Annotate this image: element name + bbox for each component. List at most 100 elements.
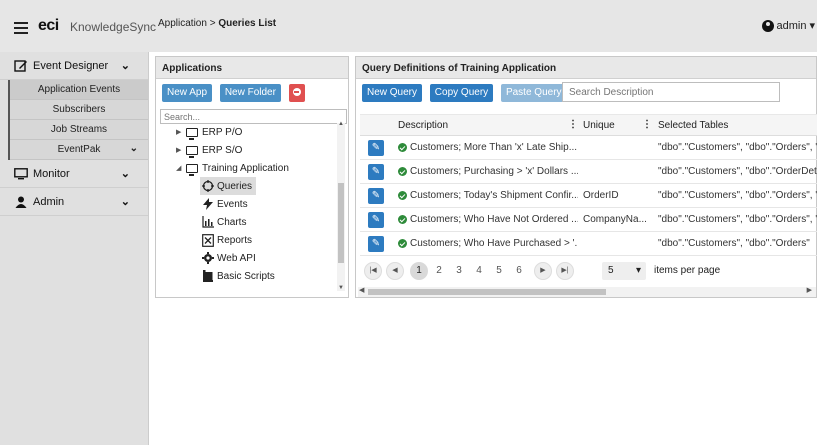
edit-icon[interactable]: ✎ — [368, 140, 384, 156]
tree-item-label: Reports — [217, 234, 253, 246]
bolt-icon — [203, 198, 213, 210]
hamburger-menu-icon[interactable] — [14, 22, 28, 37]
tree-item-label: Charts — [217, 216, 247, 228]
breadcrumb-parent[interactable]: Application > — [158, 18, 218, 29]
nav-event-designer[interactable]: Event Designer ⌄ — [0, 52, 148, 80]
nav-application-events[interactable]: Application Events — [10, 80, 148, 100]
scroll-up-icon[interactable]: ▲ — [338, 121, 344, 127]
page-button[interactable]: 3 — [450, 262, 468, 280]
tree-item-events[interactable]: Events — [160, 195, 336, 213]
items-per-page-label: items per page — [654, 265, 721, 276]
cell-description: Customers; Today's Shipment Confir... — [410, 190, 578, 201]
page-button[interactable]: 2 — [430, 262, 448, 280]
tree-item-queries[interactable]: Queries — [200, 177, 256, 195]
column-menu-icon[interactable]: ⋮ — [568, 119, 578, 130]
table-row[interactable]: ✎ Customers; Today's Shipment Confir... … — [360, 184, 817, 208]
last-page-icon[interactable]: ▶| — [556, 262, 574, 280]
edit-icon — [14, 59, 27, 72]
scrollbar-thumb[interactable] — [368, 289, 606, 295]
cell-selected-tables: "dbo"."Customers", "dbo"."Orders", "c — [658, 190, 817, 201]
tree-item-charts[interactable]: Charts — [160, 213, 336, 231]
expand-arrow-icon[interactable]: ▶ — [176, 128, 186, 136]
edit-icon[interactable]: ✎ — [368, 164, 384, 180]
tree-item-training-application[interactable]: ◢ Training Application — [160, 159, 336, 177]
nav-monitor-label: Monitor — [33, 167, 70, 180]
cell-selected-tables: "dbo"."Customers", "dbo"."Orders" — [658, 238, 810, 249]
table-row[interactable]: ✎ Customers; Who Have Not Ordered ... Co… — [360, 208, 817, 232]
table-row[interactable]: ✎ Customers; More Than 'x' Late Ship... … — [360, 136, 817, 160]
new-folder-button[interactable]: New Folder — [219, 84, 281, 102]
tree-item-label: Web API — [217, 252, 256, 264]
new-query-button[interactable]: New Query — [362, 84, 423, 102]
nav-job-streams[interactable]: Job Streams — [10, 120, 148, 140]
tree-item-reports[interactable]: Reports — [160, 231, 336, 249]
tree-item-erp-so[interactable]: ▶ ERP S/O — [160, 141, 336, 159]
copy-query-button[interactable]: Copy Query — [429, 84, 494, 102]
page-size-select[interactable]: 5 ▾ — [602, 262, 646, 280]
next-page-icon[interactable]: ▶ — [534, 262, 552, 280]
page-button[interactable]: 1 — [410, 262, 428, 280]
bar-chart-icon — [202, 216, 214, 228]
cell-selected-tables: "dbo"."Customers", "dbo"."OrderDeta — [658, 166, 817, 177]
chevron-down-icon: ⌄ — [120, 60, 130, 72]
nav-subscribers[interactable]: Subscribers — [10, 100, 148, 120]
scroll-down-icon[interactable]: ▼ — [338, 285, 344, 291]
page-size-value: 5 — [608, 265, 614, 276]
page-button[interactable]: 5 — [490, 262, 508, 280]
edit-icon[interactable]: ✎ — [368, 212, 384, 228]
table-header: Description ⋮ Unique ⋮ Selected Tables — [360, 114, 817, 136]
crosshair-icon — [202, 180, 214, 192]
gear-icon — [202, 252, 214, 264]
scroll-left-icon[interactable]: ◀ — [359, 286, 364, 294]
pagination: |◀ ◀ 1 2 3 4 5 6 ▶ ▶| 5 ▾ items per page — [360, 258, 817, 284]
previous-page-icon[interactable]: ◀ — [386, 262, 404, 280]
nav-monitor[interactable]: Monitor ⌄ — [0, 160, 148, 188]
nav-admin[interactable]: Admin ⌄ — [0, 188, 148, 216]
table-row[interactable]: ✎ Customers; Who Have Purchased > '... "… — [360, 232, 817, 256]
delete-button[interactable] — [288, 84, 305, 102]
user-icon — [761, 19, 774, 32]
column-menu-icon[interactable]: ⋮ — [642, 119, 652, 130]
page-button[interactable]: 4 — [470, 262, 488, 280]
expand-arrow-icon[interactable]: ▶ — [176, 146, 186, 154]
edit-icon[interactable]: ✎ — [368, 188, 384, 204]
scroll-right-icon[interactable]: ▶ — [807, 286, 812, 294]
monitor-icon — [186, 145, 198, 158]
scrollbar-thumb[interactable] — [338, 183, 344, 263]
check-circle-icon — [398, 167, 407, 176]
monitor-icon — [14, 167, 28, 179]
caret-down-icon: ▾ — [809, 20, 815, 32]
tree-vertical-scrollbar[interactable]: ▲ ▼ — [337, 121, 345, 291]
tree-item-erp-po[interactable]: ▶ ERP P/O — [160, 123, 336, 141]
page-button[interactable]: 6 — [510, 262, 528, 280]
column-header-description[interactable]: Description — [398, 120, 448, 131]
edit-icon[interactable]: ✎ — [368, 236, 384, 252]
nav-eventpak[interactable]: EventPak ⌄ — [10, 140, 148, 160]
check-circle-icon — [398, 239, 407, 248]
tree-item-basic-scripts[interactable]: Basic Scripts — [160, 267, 336, 285]
new-app-button[interactable]: New App — [162, 84, 213, 102]
check-circle-icon — [398, 215, 407, 224]
breadcrumb: Application > Queries List — [158, 18, 276, 29]
query-definitions-panel: Query Definitions of Training Applicatio… — [355, 56, 817, 298]
tree-item-label: Events — [217, 198, 248, 210]
applications-search-input[interactable] — [160, 109, 347, 124]
brand-product-name: KnowledgeSync — [70, 20, 157, 34]
tree-item-web-api[interactable]: Web API — [160, 249, 336, 267]
paste-query-button[interactable]: Paste Query — [500, 84, 567, 102]
applications-panel: Applications New App New Folder ▶ ERP P/… — [155, 56, 349, 298]
query-panel-title: Query Definitions of Training Applicatio… — [356, 57, 816, 79]
table-row[interactable]: ✎ Customers; Purchasing > 'x' Dollars ..… — [360, 160, 817, 184]
query-search-input[interactable] — [562, 82, 780, 102]
column-header-selected-tables[interactable]: Selected Tables — [658, 120, 728, 131]
tree-item-label: Basic Scripts — [217, 270, 275, 282]
first-page-icon[interactable]: |◀ — [364, 262, 382, 280]
table-horizontal-scrollbar[interactable]: ◀ ▶ — [358, 287, 816, 297]
column-header-unique[interactable]: Unique — [583, 120, 615, 131]
collapse-arrow-icon[interactable]: ◢ — [176, 164, 186, 172]
applications-toolbar: New App New Folder — [162, 84, 305, 102]
user-menu[interactable]: admin ▾ — [761, 19, 815, 32]
nav-event-designer-label: Event Designer — [33, 59, 109, 72]
script-icon — [203, 270, 213, 282]
cell-unique: CompanyNa... — [583, 214, 647, 225]
